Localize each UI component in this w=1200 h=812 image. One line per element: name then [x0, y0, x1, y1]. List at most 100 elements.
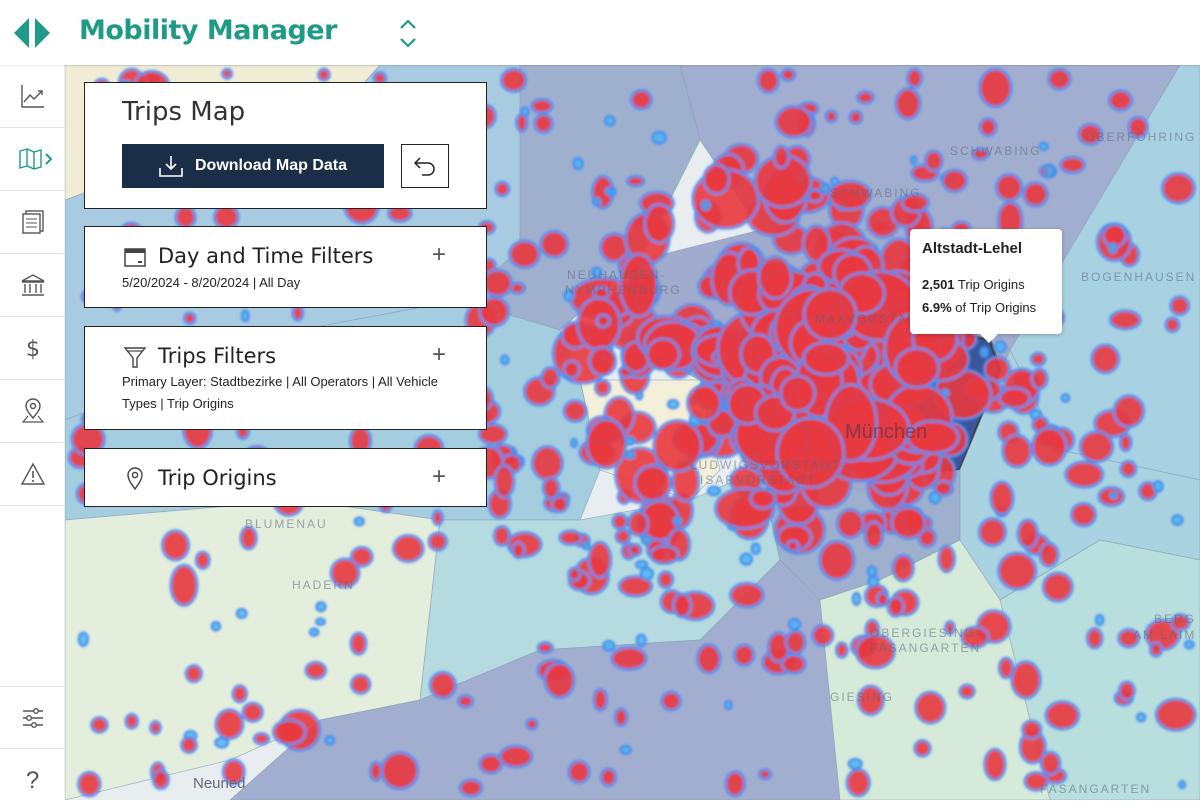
trips-filters-panel[interactable]: Trips Filters + Primary Layer: Stadtbezi…	[84, 326, 487, 430]
map-place-label: HADERN	[292, 578, 355, 592]
heat-blob	[324, 735, 336, 746]
heat-blob	[1031, 426, 1068, 467]
heat-blob	[1047, 67, 1072, 91]
location-pin-icon	[21, 398, 44, 423]
map-place-label: OBERFÖHRING	[1085, 130, 1197, 144]
heat-blob	[824, 109, 839, 124]
heat-blob	[802, 341, 850, 376]
heat-blob	[1108, 309, 1142, 331]
sidebar: $ ?	[0, 65, 65, 800]
heat-blob	[481, 268, 514, 298]
heat-blob	[706, 485, 722, 497]
heat-blob	[458, 778, 484, 798]
heat-blob	[851, 591, 862, 606]
sidebar-item-reports[interactable]	[0, 191, 65, 254]
diamond-logo-icon[interactable]	[14, 16, 50, 50]
heat-blob	[493, 464, 516, 499]
expand-button[interactable]: +	[432, 341, 446, 369]
heat-blob	[194, 550, 211, 570]
heat-blob	[672, 516, 683, 526]
app-header: Mobility Manager	[0, 0, 1200, 65]
trip-origins-panel[interactable]: Trip Origins +	[84, 448, 487, 507]
heat-blob	[924, 149, 944, 172]
heat-blob	[1078, 430, 1115, 464]
heat-blob	[835, 508, 865, 540]
heat-blob	[626, 174, 646, 188]
dollar-icon: $	[26, 337, 40, 361]
map-place-label: FASANGARTEN	[1040, 782, 1152, 796]
sidebar-item-map[interactable]	[0, 128, 65, 191]
heat-blob	[240, 309, 250, 323]
location-pin-icon	[127, 467, 143, 491]
heat-blob	[562, 399, 588, 423]
sidebar-item-policy[interactable]	[0, 254, 65, 317]
heat-blob	[739, 552, 754, 566]
heat-blob	[613, 707, 629, 728]
sidebar-item-help[interactable]: ?	[0, 749, 65, 812]
district-tooltip: Altstadt-Lehel 2,501 Trip Origins 6.9% o…	[910, 229, 1062, 343]
undo-button[interactable]	[401, 144, 449, 188]
expand-button[interactable]: +	[432, 463, 446, 491]
heat-blob	[1043, 163, 1056, 179]
heat-blob	[758, 768, 773, 781]
map-place-label: SCHWABING	[830, 186, 922, 200]
heat-blob	[603, 115, 616, 127]
sidebar-item-locations[interactable]	[0, 380, 65, 443]
heat-blob	[750, 542, 761, 555]
warning-icon	[20, 462, 45, 485]
map-place-label: GIESING	[830, 690, 895, 704]
question-icon: ?	[25, 766, 40, 794]
heat-blob	[894, 87, 922, 121]
heat-blob	[774, 105, 813, 139]
heat-blob	[525, 717, 539, 731]
sidebar-item-billing[interactable]: $	[0, 317, 65, 380]
heat-blob	[1164, 316, 1181, 334]
heat-blob	[756, 67, 780, 94]
heat-blob	[149, 720, 162, 736]
heat-blob	[214, 708, 245, 740]
heat-blob	[995, 173, 1024, 202]
heat-blob	[729, 581, 765, 609]
map-place-label: BERG	[1154, 612, 1197, 626]
download-map-data-button[interactable]: Download Map Data	[122, 144, 384, 188]
heat-blob	[645, 337, 681, 371]
heat-blob	[427, 531, 448, 552]
heat-blob	[161, 529, 190, 562]
sidebar-item-analytics[interactable]	[0, 65, 65, 128]
heat-blob	[350, 673, 372, 695]
heat-blob	[540, 366, 561, 390]
heat-blob	[784, 629, 807, 655]
heat-blob	[1021, 719, 1043, 740]
heat-blob	[806, 188, 824, 203]
heat-blob	[749, 487, 777, 510]
map-place-label: SCHWABING	[950, 144, 1042, 158]
day-time-filters-panel[interactable]: Day and Time Filters + 5/20/2024 - 8/20/…	[84, 226, 487, 308]
heat-blob	[595, 313, 611, 329]
heat-blob	[543, 661, 576, 699]
heat-blob	[1060, 393, 1071, 403]
heat-blob	[315, 617, 326, 627]
sidebar-item-settings[interactable]	[0, 686, 65, 749]
heat-blob	[368, 760, 383, 782]
heat-blob	[1010, 660, 1042, 700]
heat-blob	[629, 89, 653, 111]
heat-blob	[174, 205, 197, 230]
heat-blob	[353, 516, 365, 527]
heat-blob	[1107, 89, 1134, 112]
sidebar-item-alerts[interactable]	[0, 443, 65, 506]
heat-blob	[478, 753, 504, 775]
heat-blob	[635, 633, 647, 648]
heat-blob	[958, 683, 976, 700]
heat-blob	[570, 437, 579, 449]
heat-blob	[602, 639, 616, 652]
expand-button[interactable]: +	[432, 241, 446, 269]
map-place-label: BOGENHAUSEN	[1081, 270, 1197, 284]
tooltip-district: Altstadt-Lehel	[922, 240, 1023, 257]
heat-blob	[1070, 502, 1097, 528]
heat-blob	[591, 197, 602, 207]
map-place-label: LUDWIGSVORSTADT-	[690, 458, 846, 472]
heat-blob	[818, 539, 856, 581]
chevron-up-down-icon[interactable]	[396, 18, 420, 50]
heat-blob	[315, 601, 327, 613]
heat-blob	[1117, 680, 1136, 701]
